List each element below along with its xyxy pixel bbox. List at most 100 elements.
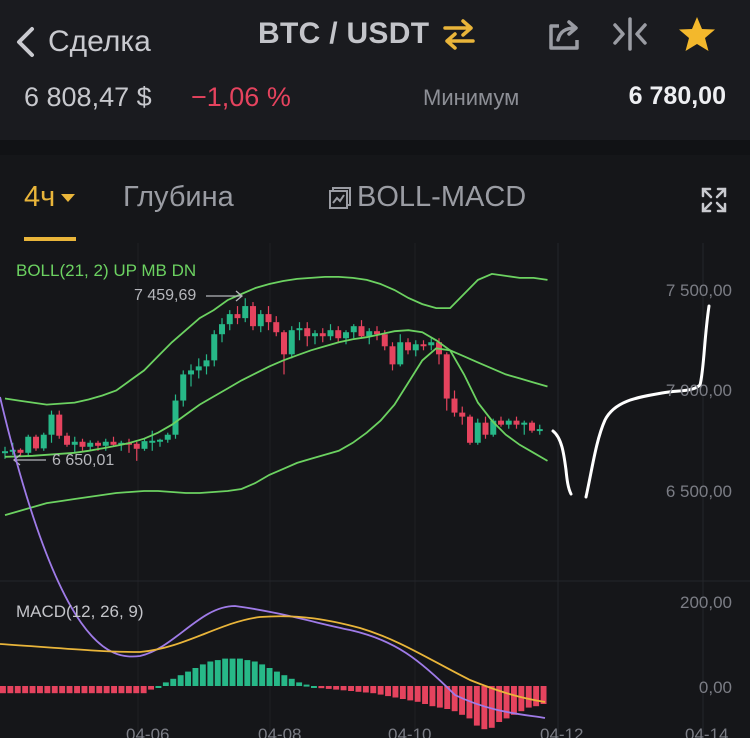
macd-bar bbox=[518, 686, 525, 712]
macd-bar bbox=[525, 686, 532, 708]
macd-bar bbox=[66, 686, 73, 694]
y-tick-label: 7 500,00 bbox=[665, 281, 732, 300]
boll-indicator-label: BOLL(21, 2) UP MB DN bbox=[16, 261, 197, 280]
boll-dn-line bbox=[4, 347, 548, 516]
swap-icon bbox=[443, 19, 476, 50]
candle-body bbox=[157, 439, 163, 442]
macd-bar bbox=[362, 686, 369, 693]
candle-body bbox=[234, 314, 241, 319]
macd-bar bbox=[177, 675, 184, 686]
macd-bar bbox=[436, 686, 443, 708]
candle-body bbox=[467, 416, 473, 443]
high-annotation: 7 459,69 bbox=[134, 287, 197, 304]
macd-bar bbox=[44, 686, 51, 694]
boll-up-line bbox=[4, 272, 548, 406]
macd-bar bbox=[170, 678, 177, 686]
candle-body bbox=[133, 443, 140, 449]
y-tick-label: 6 500,00 bbox=[665, 482, 732, 501]
macd-bar bbox=[422, 686, 428, 704]
x-tick-label: 04-10 bbox=[388, 725, 432, 738]
candle-body bbox=[288, 330, 295, 355]
candle-body bbox=[79, 441, 86, 447]
macd-bar bbox=[274, 671, 280, 686]
candle-body bbox=[149, 440, 156, 443]
macd-bar bbox=[140, 686, 147, 694]
candle-body bbox=[180, 374, 187, 401]
back-button[interactable]: Сделка bbox=[14, 22, 151, 62]
price-chart[interactable] bbox=[0, 243, 750, 738]
macd-bar bbox=[473, 686, 480, 726]
macd-bar bbox=[244, 660, 251, 686]
low-annotation: 6 650,01 bbox=[52, 452, 115, 469]
macd-bar bbox=[429, 686, 436, 707]
x-tick-label: 04-14 bbox=[685, 725, 729, 738]
macd-bar bbox=[14, 686, 21, 694]
candle-body bbox=[513, 420, 520, 425]
candle-body bbox=[474, 422, 481, 443]
candle-body bbox=[335, 330, 342, 339]
candle-body bbox=[505, 420, 512, 425]
top-nav-bar: Сделка BTC / USDT bbox=[0, 0, 750, 76]
candle-body bbox=[304, 328, 311, 337]
candle-body bbox=[64, 435, 70, 445]
candle-body bbox=[226, 314, 233, 325]
tab-depth[interactable]: Глубина bbox=[123, 181, 234, 214]
macd-bar bbox=[185, 671, 191, 686]
candle-body bbox=[219, 324, 225, 335]
candle-body bbox=[443, 354, 450, 399]
candle-body bbox=[327, 330, 334, 337]
candle-body bbox=[397, 342, 404, 365]
candle-body bbox=[87, 442, 94, 447]
macd-bar bbox=[51, 686, 58, 694]
candle-body bbox=[250, 306, 256, 327]
macd-bar bbox=[340, 686, 347, 691]
macd-bar bbox=[333, 686, 340, 690]
candle-body bbox=[172, 400, 179, 435]
macd-bar bbox=[74, 686, 80, 694]
macd-bar bbox=[451, 686, 458, 712]
candle-body bbox=[412, 344, 419, 351]
compare-icon bbox=[613, 17, 647, 51]
candle-body bbox=[381, 334, 388, 347]
candle-body bbox=[211, 334, 218, 361]
macd-bar bbox=[22, 686, 29, 694]
star-icon bbox=[679, 17, 715, 51]
candle-body bbox=[273, 322, 280, 333]
chart-area[interactable] bbox=[0, 243, 750, 738]
chevron-left-icon bbox=[17, 27, 34, 57]
candle-body bbox=[48, 414, 55, 435]
macd-bar bbox=[296, 682, 303, 686]
candle-body bbox=[25, 436, 32, 453]
candle-body bbox=[195, 366, 202, 371]
macd-bar bbox=[251, 661, 258, 686]
macd-bar bbox=[133, 686, 140, 694]
macd-bar bbox=[0, 686, 6, 694]
pair-selector[interactable]: BTC / USDT bbox=[258, 14, 477, 54]
y-tick-label: 7 000,00 bbox=[665, 381, 732, 400]
share-button[interactable] bbox=[545, 14, 585, 54]
compare-button[interactable] bbox=[610, 14, 650, 54]
macd-bar bbox=[148, 686, 154, 690]
pair-label: BTC / USDT bbox=[258, 17, 430, 50]
candle-body bbox=[281, 332, 287, 355]
macd-bar bbox=[96, 686, 103, 694]
chart-tabs: 4ч Глубина BOLL-MACD bbox=[0, 155, 750, 243]
macd-bar bbox=[88, 686, 95, 694]
x-tick-label: 04-06 bbox=[126, 725, 170, 738]
candle-body bbox=[498, 420, 504, 425]
candle-body bbox=[265, 314, 272, 323]
tab-interval[interactable]: 4ч bbox=[24, 181, 76, 214]
x-tick-label: 04-08 bbox=[258, 725, 302, 738]
candle-body bbox=[17, 449, 24, 453]
candle-body bbox=[2, 451, 8, 454]
macd-bar bbox=[155, 686, 162, 688]
fullscreen-icon[interactable] bbox=[700, 186, 728, 214]
favorite-button[interactable] bbox=[677, 14, 717, 54]
tab-indicator[interactable]: BOLL-MACD bbox=[357, 181, 526, 214]
candle-body bbox=[141, 441, 148, 449]
candle-body bbox=[188, 370, 194, 375]
hand-drawn-stroke bbox=[551, 429, 573, 496]
indicator-icon bbox=[329, 187, 351, 209]
macd-indicator-label: MACD(12, 26, 9) bbox=[16, 602, 144, 621]
macd-bar bbox=[311, 686, 317, 688]
